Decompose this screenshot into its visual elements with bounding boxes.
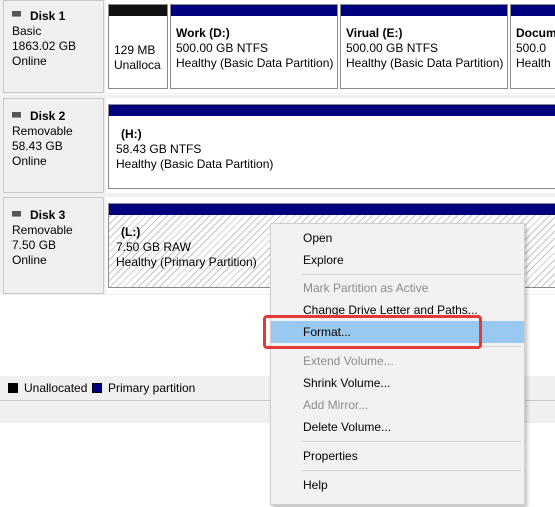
menu-item-label: Delete Volume... xyxy=(303,420,392,434)
menu-item-shrink-volume[interactable]: Shrink Volume... xyxy=(271,372,524,394)
partition-h[interactable]: (H:) 58.43 GB NTFS Healthy (Basic Data P… xyxy=(108,104,555,189)
menu-separator xyxy=(301,470,521,471)
partition-bar xyxy=(109,5,167,16)
menu-item-delete-volume[interactable]: Delete Volume... xyxy=(271,416,524,438)
partition-unallocated[interactable]: 129 MB Unalloca xyxy=(108,4,168,89)
partition-size: 7.50 GB RAW xyxy=(116,240,191,254)
unallocated-swatch xyxy=(8,383,18,393)
disk-size: 1863.02 GB xyxy=(12,39,77,53)
menu-item-label: Open xyxy=(303,231,333,245)
partition-status: Health xyxy=(516,56,551,70)
partition-bar xyxy=(511,5,555,16)
menu-item-label: Explore xyxy=(303,253,344,267)
disk-size: 7.50 GB xyxy=(12,238,57,252)
partition-title: Work (D:) xyxy=(176,26,230,40)
partition-status: Healthy (Basic Data Partition) xyxy=(116,157,274,171)
menu-item-label: Help xyxy=(303,478,328,492)
disk-2-label[interactable]: Disk 2 Removable 58.43 GB Online xyxy=(3,98,104,193)
menu-item-open[interactable]: Open xyxy=(271,227,524,249)
disk-status: Online xyxy=(12,253,47,267)
disk-1-label[interactable]: Disk 1 Basic 1863.02 GB Online xyxy=(3,0,104,93)
disk-icon xyxy=(12,112,21,118)
partition-size: 58.43 GB NTFS xyxy=(116,142,202,156)
partition-title: Docum xyxy=(516,26,555,40)
disk-name: Disk 3 xyxy=(30,208,66,222)
disk-status: Online xyxy=(12,154,47,168)
menu-separator xyxy=(301,441,521,442)
disk-icon xyxy=(12,211,21,217)
menu-item-mark-active[interactable]: Mark Partition as Active xyxy=(271,277,524,299)
legend-primary: Primary partition xyxy=(108,381,196,395)
menu-item-extend-volume[interactable]: Extend Volume... xyxy=(271,350,524,372)
partition-title: Virual (E:) xyxy=(346,26,403,40)
partition-work-d[interactable]: Work (D:) 500.00 GB NTFS Healthy (Basic … xyxy=(170,4,338,89)
partition-bar xyxy=(109,105,555,116)
disk-type: Removable xyxy=(12,223,73,237)
context-menu: Open Explore Mark Partition as Active Ch… xyxy=(270,223,525,505)
menu-item-properties[interactable]: Properties xyxy=(271,445,524,467)
menu-item-label: Properties xyxy=(303,449,358,463)
partition-status: Healthy (Basic Data Partition) xyxy=(176,56,334,70)
menu-item-add-mirror[interactable]: Add Mirror... xyxy=(271,394,524,416)
disk-2-volumes: (H:) 58.43 GB NTFS Healthy (Basic Data P… xyxy=(106,98,555,193)
partition-title: (L:) xyxy=(121,225,141,239)
disk-type: Removable xyxy=(12,124,73,138)
disk-3-label[interactable]: Disk 3 Removable 7.50 GB Online xyxy=(3,197,104,294)
disk-name: Disk 1 xyxy=(30,9,66,23)
partition-status: Unalloca xyxy=(114,58,161,72)
menu-item-label: Add Mirror... xyxy=(303,398,369,412)
partition-documents[interactable]: Docum 500.0 Health xyxy=(510,4,555,89)
menu-item-help[interactable]: Help xyxy=(271,474,524,496)
menu-item-label: Shrink Volume... xyxy=(303,376,391,390)
menu-separator xyxy=(301,274,521,275)
partition-bar xyxy=(171,5,337,16)
partition-bar xyxy=(341,5,507,16)
partition-bar xyxy=(109,204,555,215)
menu-item-explore[interactable]: Explore xyxy=(271,249,524,271)
primary-swatch xyxy=(92,383,102,393)
disk-icon xyxy=(12,11,21,17)
partition-size: 500.00 GB NTFS xyxy=(346,41,439,55)
partition-size: 500.0 xyxy=(516,41,547,55)
disk-status: Online xyxy=(12,54,47,68)
format-highlight-box xyxy=(263,315,482,349)
partition-virual-e[interactable]: Virual (E:) 500.00 GB NTFS Healthy (Basi… xyxy=(340,4,508,89)
menu-item-label: Mark Partition as Active xyxy=(303,281,429,295)
disk-type: Basic xyxy=(12,24,42,38)
partition-size: 500.00 GB NTFS xyxy=(176,41,269,55)
disk-size: 58.43 GB xyxy=(12,139,63,153)
partition-status: Healthy (Basic Data Partition) xyxy=(346,56,504,70)
disk-name: Disk 2 xyxy=(30,109,66,123)
menu-item-label: Extend Volume... xyxy=(303,354,394,368)
legend-unallocated: Unallocated xyxy=(24,381,88,395)
partition-title: (H:) xyxy=(121,127,142,141)
disk-1-volumes: 129 MB Unalloca Work (D:) 500.00 GB NTFS… xyxy=(106,0,555,93)
partition-status: Healthy (Primary Partition) xyxy=(116,255,257,269)
partition-size: 129 MB xyxy=(114,43,156,57)
